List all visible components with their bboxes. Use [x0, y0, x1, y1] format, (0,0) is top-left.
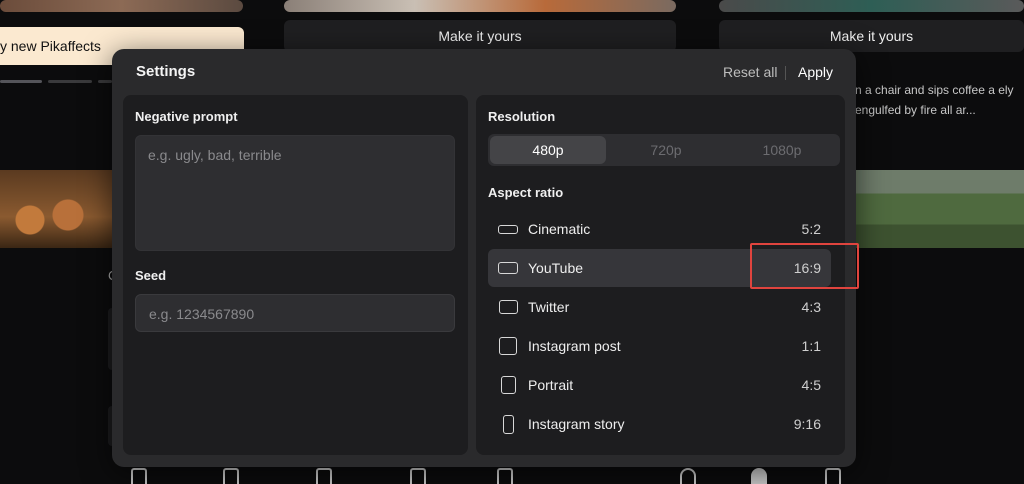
aspect-option-name: Cinematic: [528, 221, 591, 237]
ratio-9-16-icon: [502, 414, 514, 434]
aspect-option-instagram-story[interactable]: Instagram story 9:16: [488, 405, 831, 443]
resolution-selector: 480p 720p 1080p: [488, 134, 840, 166]
reset-all-button[interactable]: Reset all: [723, 64, 777, 80]
aspect-option-ratio: 4:5: [801, 377, 821, 393]
aspect-option-ratio: 1:1: [801, 338, 821, 354]
aspect-option-ratio: 5:2: [801, 221, 821, 237]
aspect-option-portrait[interactable]: Portrait 4:5: [488, 366, 831, 404]
ratio-1-1-icon: [499, 337, 517, 355]
resolution-option-480p[interactable]: 480p: [490, 136, 606, 164]
rabbit-icon[interactable]: [751, 468, 767, 484]
modal-title: Settings: [136, 63, 196, 80]
lion-cubs-thumbnail[interactable]: [0, 170, 112, 248]
aspect-ratio-label: Aspect ratio: [488, 185, 564, 200]
header-divider: [785, 66, 786, 80]
prompt-settings-panel: Negative prompt e.g. ugly, bad, terrible…: [123, 95, 468, 455]
bottom-toolbar: [0, 464, 1024, 484]
resolution-option-1080p[interactable]: 1080p: [724, 134, 840, 166]
aspect-option-instagram-post[interactable]: Instagram post 1:1: [488, 327, 831, 365]
shapes-icon[interactable]: [223, 468, 239, 484]
negative-prompt-label: Negative prompt: [135, 109, 238, 124]
make-it-yours-button[interactable]: Make it yours: [284, 20, 676, 52]
carousel-indicator[interactable]: [0, 80, 42, 83]
wand-icon[interactable]: [410, 468, 426, 484]
seed-input[interactable]: e.g. 1234567890: [135, 294, 455, 332]
carousel-indicator[interactable]: [98, 80, 112, 83]
sliders-icon[interactable]: [825, 468, 841, 484]
aspect-option-name: Twitter: [528, 299, 570, 315]
resolution-label: Resolution: [488, 109, 556, 124]
annotation-highlight-box: [750, 243, 859, 289]
video-icon[interactable]: [131, 468, 147, 484]
aspect-option-name: Portrait: [528, 377, 574, 393]
aspect-option-twitter[interactable]: Twitter 4:3: [488, 288, 831, 326]
thumbnail-image[interactable]: [0, 0, 243, 12]
thumbnail-image[interactable]: [284, 0, 676, 12]
clock-icon[interactable]: [680, 468, 696, 484]
apply-button[interactable]: Apply: [798, 64, 833, 80]
clapper-icon[interactable]: [497, 468, 513, 484]
garden-thumbnail[interactable]: [855, 170, 1024, 248]
aspect-option-ratio: 4:3: [801, 299, 821, 315]
ratio-5-2-icon: [498, 224, 518, 234]
negative-prompt-input[interactable]: e.g. ugly, bad, terrible: [135, 135, 455, 251]
image-icon[interactable]: [316, 468, 332, 484]
aspect-option-name: Instagram story: [528, 416, 625, 432]
make-it-yours-button[interactable]: Make it yours: [719, 20, 1024, 52]
aspect-option-name: Instagram post: [528, 338, 621, 354]
carousel-indicator[interactable]: [48, 80, 92, 83]
ratio-16-9-icon: [498, 262, 518, 274]
ratio-4-5-icon: [500, 376, 516, 394]
seed-label: Seed: [135, 268, 167, 283]
aspect-option-ratio: 9:16: [793, 416, 821, 432]
settings-modal: Settings Reset all Apply Negative prompt…: [112, 49, 856, 467]
ratio-4-3-icon: [498, 300, 518, 314]
video-description: n a chair and sips coffee a ely engulfed…: [855, 83, 1014, 117]
thumbnail-image[interactable]: [719, 0, 1024, 12]
resolution-option-720p[interactable]: 720p: [608, 134, 724, 166]
